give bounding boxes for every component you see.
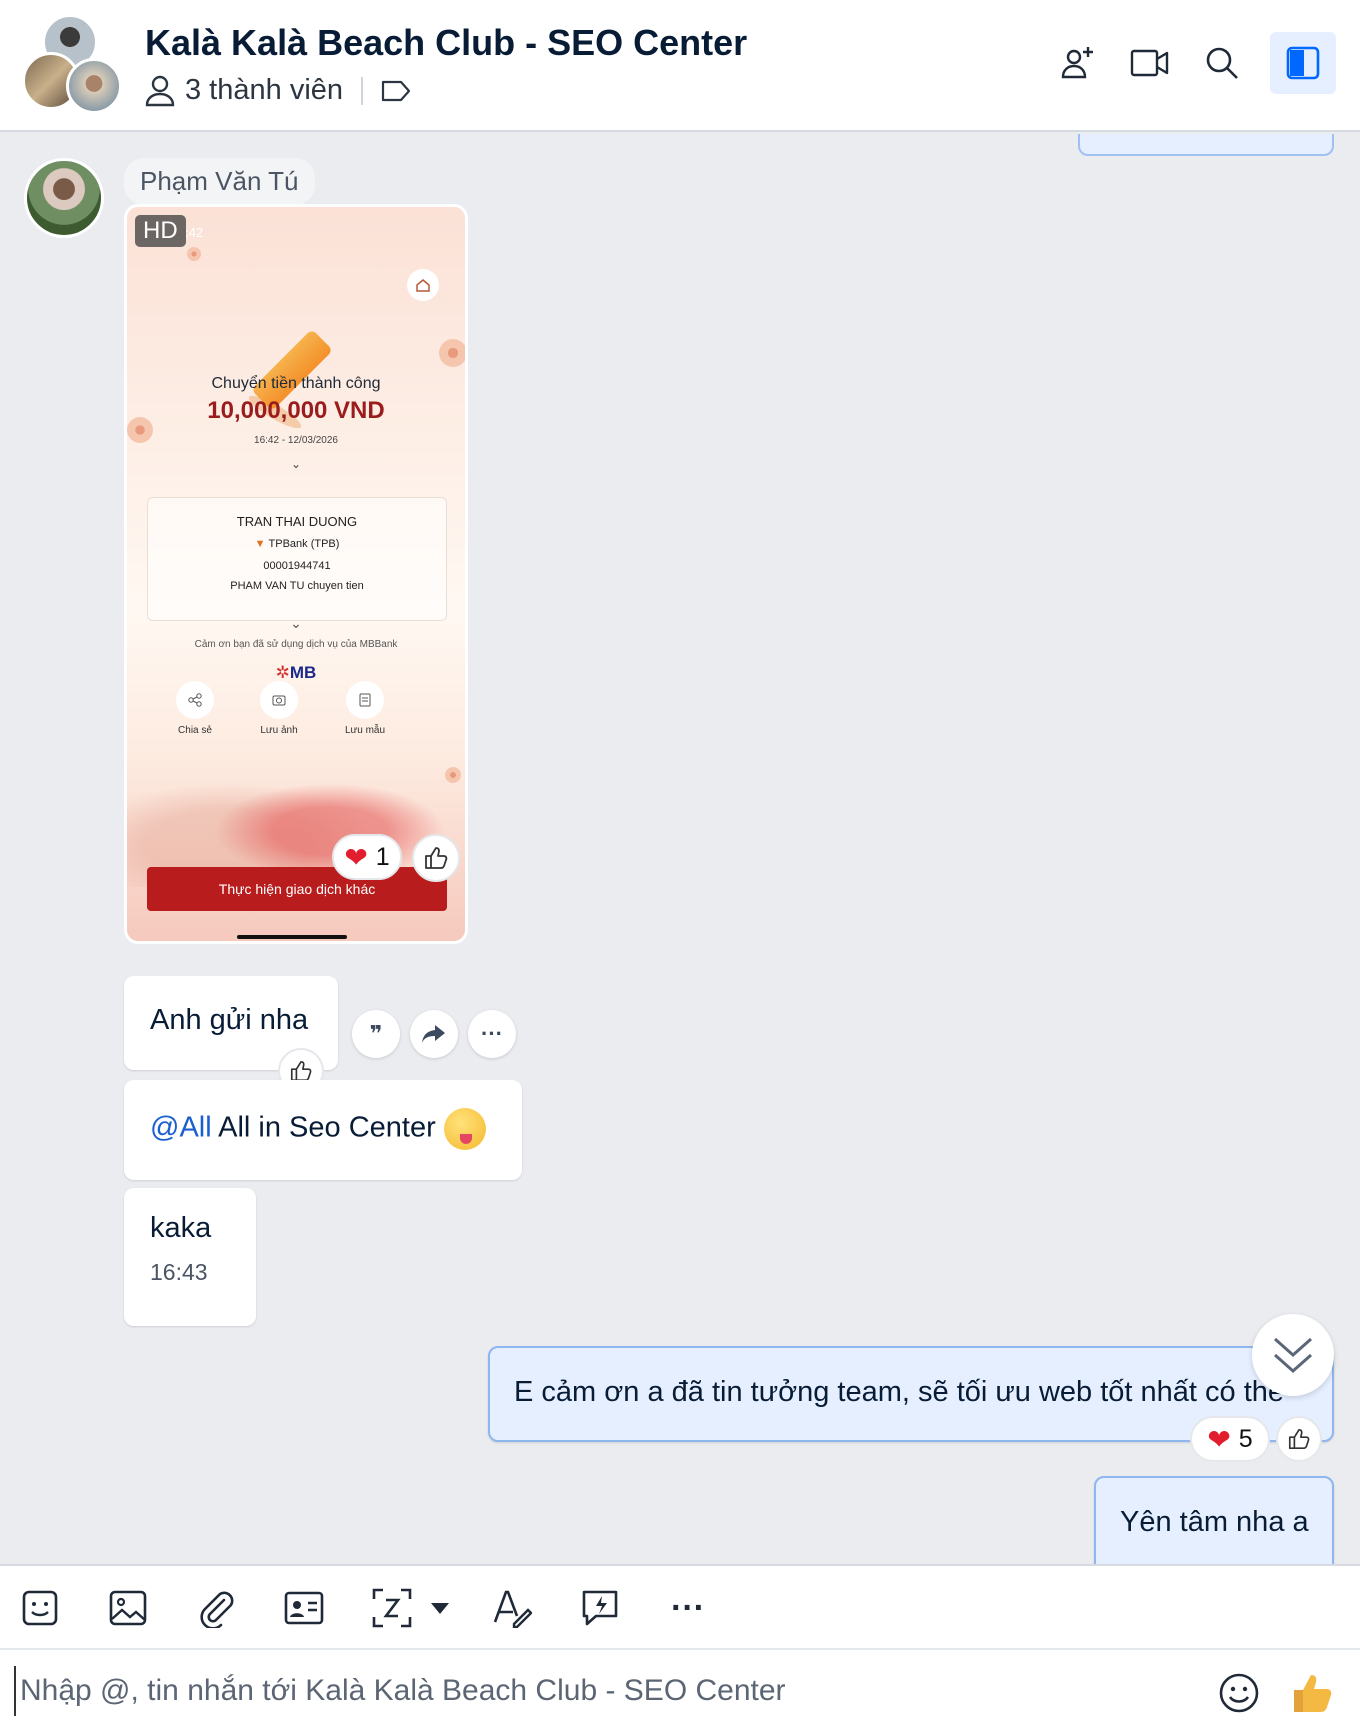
chevron-down-icon: ⌄ <box>290 457 302 471</box>
sender-name[interactable]: Phạm Văn Tú <box>124 158 315 205</box>
save-image-label: Lưu ảnh <box>260 725 298 736</box>
share-icon <box>176 681 214 719</box>
heart-reaction[interactable]: ❤ 5 <box>1190 1416 1270 1462</box>
message-input[interactable] <box>14 1666 1194 1716</box>
sidebar-toggle-icon[interactable] <box>1270 32 1336 94</box>
blossom-decoration <box>439 339 465 367</box>
add-member-icon[interactable] <box>1054 32 1102 94</box>
contact-card-icon[interactable] <box>280 1584 328 1632</box>
thanks-text: Cảm ơn bạn đã sử dụng dịch vụ của MBBank <box>194 639 398 650</box>
thumbs-up-icon <box>425 847 448 869</box>
quick-message-icon[interactable] <box>576 1584 624 1632</box>
text-message[interactable]: kaka 16:43 <box>124 1188 256 1326</box>
conversation-title[interactable]: Kalà Kalà Beach Club - SEO Center <box>145 22 747 64</box>
members-count[interactable]: 3 thành viên <box>185 74 343 107</box>
message-composer <box>0 1648 1360 1734</box>
forward-icon[interactable] <box>410 1010 458 1058</box>
video-call-icon[interactable] <box>1126 32 1174 94</box>
more-icon[interactable]: ··· <box>664 1584 712 1632</box>
header-actions <box>1054 32 1336 94</box>
recipient-card: TRAN THAI DUONG ▼ TPBank (TPB) 000019447… <box>147 497 447 621</box>
message-list[interactable]: Phạm Văn Tú HD :42 Chuyển tiền thành côn… <box>0 134 1360 1564</box>
chat-header: Kalà Kalà Beach Club - SEO Center 3 thàn… <box>0 0 1360 132</box>
double-chevron-down-icon <box>1274 1337 1312 1374</box>
divider <box>361 76 364 105</box>
save-template-action: Lưu mẫu <box>335 681 395 736</box>
message-text: Anh gửi nha <box>150 1004 309 1036</box>
template-icon <box>346 681 384 719</box>
more-options-icon[interactable]: ··· <box>468 1010 516 1058</box>
message-text: Yên tâm nha a <box>1120 1506 1309 1538</box>
share-action: Chia sẻ <box>165 681 225 736</box>
blossom-decoration <box>187 247 201 261</box>
hd-badge: HD <box>135 215 186 247</box>
dropdown-icon[interactable] <box>418 1584 462 1632</box>
mbbank-logo: ✲MB <box>275 663 317 682</box>
text-format-icon[interactable] <box>488 1584 536 1632</box>
message-text: E cảm ơn a đã tin tưởng team, sẽ tối ưu … <box>514 1376 1285 1408</box>
tag-icon[interactable] <box>381 80 411 102</box>
quote-icon[interactable]: ❞ <box>352 1010 400 1058</box>
text-message[interactable]: @All All in Seo Center <box>124 1080 522 1180</box>
heart-reaction[interactable]: ❤ 1 <box>332 834 402 880</box>
message-timestamp: 16:43 <box>150 1259 208 1285</box>
search-icon[interactable] <box>1198 32 1246 94</box>
transfer-status: Chuyển tiền thành công <box>211 375 381 392</box>
thumbs-up-icon <box>1288 1428 1310 1450</box>
chevron-down-icon: ⌄ <box>290 615 302 631</box>
recipient-account: 00001944741 <box>263 560 331 572</box>
my-text-message[interactable]: Yên tâm nha a <box>1094 1476 1334 1564</box>
image-message[interactable]: HD :42 Chuyển tiền thành công 10,000,000… <box>124 204 468 944</box>
like-button[interactable] <box>412 834 460 882</box>
camera-icon <box>260 681 298 719</box>
wink-tongue-emoji-icon <box>443 1108 486 1150</box>
home-icon <box>407 269 439 301</box>
previous-message-bubble[interactable] <box>1078 134 1334 156</box>
transfer-datetime: 16:42 - 12/03/2026 <box>254 435 338 446</box>
group-avatar[interactable] <box>22 14 122 114</box>
reaction-count: 1 <box>375 842 390 871</box>
reaction-count: 5 <box>1238 1424 1253 1453</box>
message-actions: ❞ ··· <box>352 1010 516 1058</box>
recipient-bank: ▼ TPBank (TPB) <box>254 538 340 550</box>
person-icon <box>145 75 175 107</box>
attachment-icon[interactable] <box>192 1584 240 1632</box>
transfer-amount: 10,000,000 VND <box>207 397 385 424</box>
member-avatar <box>66 58 122 114</box>
mb-star-icon: ✲ <box>275 663 290 682</box>
save-image-action: Lưu ảnh <box>249 681 309 736</box>
sender-avatar[interactable] <box>24 158 104 238</box>
emoji-icon[interactable] <box>1214 1668 1264 1718</box>
like-button[interactable] <box>1276 1416 1322 1462</box>
image-icon[interactable] <box>104 1584 152 1632</box>
new-transaction-button: Thực hiện giao dịch khác <box>147 867 447 911</box>
screenshot-icon[interactable] <box>368 1584 416 1632</box>
message-text: kaka <box>150 1212 212 1244</box>
share-label: Chia sẻ <box>178 725 212 736</box>
heart-icon: ❤ <box>344 841 368 873</box>
scroll-to-bottom-button[interactable] <box>1252 1314 1334 1396</box>
heart-icon: ❤ <box>1207 1423 1231 1455</box>
phone-time: :42 <box>185 225 204 240</box>
transfer-note: PHAM VAN TU chuyen tien <box>230 580 364 592</box>
composer-toolbar: ··· <box>0 1564 1360 1648</box>
members-row: 3 thành viên <box>145 74 411 107</box>
sticker-icon[interactable] <box>16 1584 64 1632</box>
tpbank-logo-icon: ▼ <box>254 538 269 550</box>
home-indicator <box>237 935 347 939</box>
save-template-label: Lưu mẫu <box>344 725 386 736</box>
recipient-name: TRAN THAI DUONG <box>236 514 358 529</box>
quick-like-icon[interactable] <box>1288 1668 1338 1718</box>
mention-all[interactable]: @All <box>150 1112 212 1144</box>
message-text: All in Seo Center <box>211 1111 436 1144</box>
